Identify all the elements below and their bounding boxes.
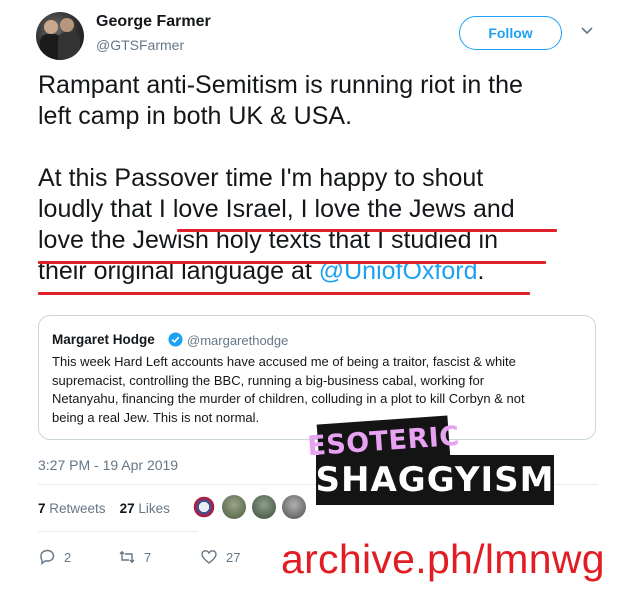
red-underline — [177, 229, 557, 232]
retweet-count: 7 — [144, 549, 152, 565]
tweet-line: Rampant anti-Semitism is running riot in… — [38, 71, 523, 99]
retweets-stat[interactable]: 7 Retweets — [38, 501, 106, 516]
tweet-text: Rampant anti-Semitism is running riot in… — [38, 70, 598, 287]
retweets-label: Retweets — [49, 501, 106, 516]
quoted-line: This week Hard Left accounts have accuse… — [52, 354, 516, 369]
tweet-timestamp[interactable]: 3:27 PM - 19 Apr 2019 — [38, 457, 178, 473]
red-underline — [38, 261, 546, 264]
tweet-text-underlined: I love Israel, I love the Jews and — [158, 195, 515, 223]
liker-avatar[interactable] — [192, 495, 216, 519]
red-underline — [38, 292, 530, 295]
tweet-text-fragment: loudly that — [38, 195, 159, 223]
like-count: 27 — [226, 549, 241, 565]
quoted-author-name: Margaret Hodge — [52, 332, 155, 347]
tweet-line: left camp in both UK & USA. — [38, 102, 353, 130]
retweet-icon — [119, 550, 135, 564]
likes-label: Likes — [138, 501, 170, 516]
shaggyism-text: SHAGGYISM — [315, 460, 555, 500]
verified-badge-icon — [168, 332, 183, 347]
liker-avatar[interactable] — [282, 495, 306, 519]
quoted-line: Netanyahu, financing the murder of child… — [52, 391, 525, 406]
heart-icon — [201, 550, 217, 564]
author-avatar[interactable] — [36, 12, 84, 60]
quoted-tweet[interactable]: Margaret Hodge @margarethodge This week … — [38, 315, 596, 440]
likes-count: 27 — [119, 501, 135, 516]
liker-avatar[interactable] — [222, 495, 246, 519]
quoted-text: This week Hard Left accounts have accuse… — [52, 353, 592, 427]
tweet-stats: 7 Retweets 27 Likes — [38, 501, 170, 516]
likes-stat[interactable]: 27 Likes — [120, 501, 170, 516]
author-handle[interactable]: @GTSFarmer — [96, 37, 184, 53]
retweet-action[interactable]: 7 — [118, 548, 151, 566]
reply-icon — [40, 549, 55, 565]
reply-action[interactable]: 2 — [38, 548, 71, 566]
like-action[interactable]: 27 — [200, 548, 240, 566]
quoted-author-handle: @margarethodge — [187, 333, 289, 348]
reply-count: 2 — [64, 549, 72, 565]
liker-avatar[interactable] — [252, 495, 276, 519]
author-name[interactable]: George Farmer — [96, 13, 211, 31]
retweets-count: 7 — [38, 501, 46, 516]
chevron-down-icon[interactable] — [580, 24, 594, 38]
tweet-line: At this Passover time I'm happy to shout — [38, 164, 484, 192]
follow-button[interactable]: Follow — [459, 16, 562, 50]
divider — [38, 531, 198, 532]
tweet-line: loudly that I love Israel, I love the Je… — [38, 194, 598, 225]
archive-link-text: archive.ph/lmnwg — [281, 536, 605, 582]
shaggyism-sticker: SHAGGYISM — [316, 455, 554, 505]
quoted-line: supremacist, controlling the BBC, runnin… — [52, 372, 485, 388]
